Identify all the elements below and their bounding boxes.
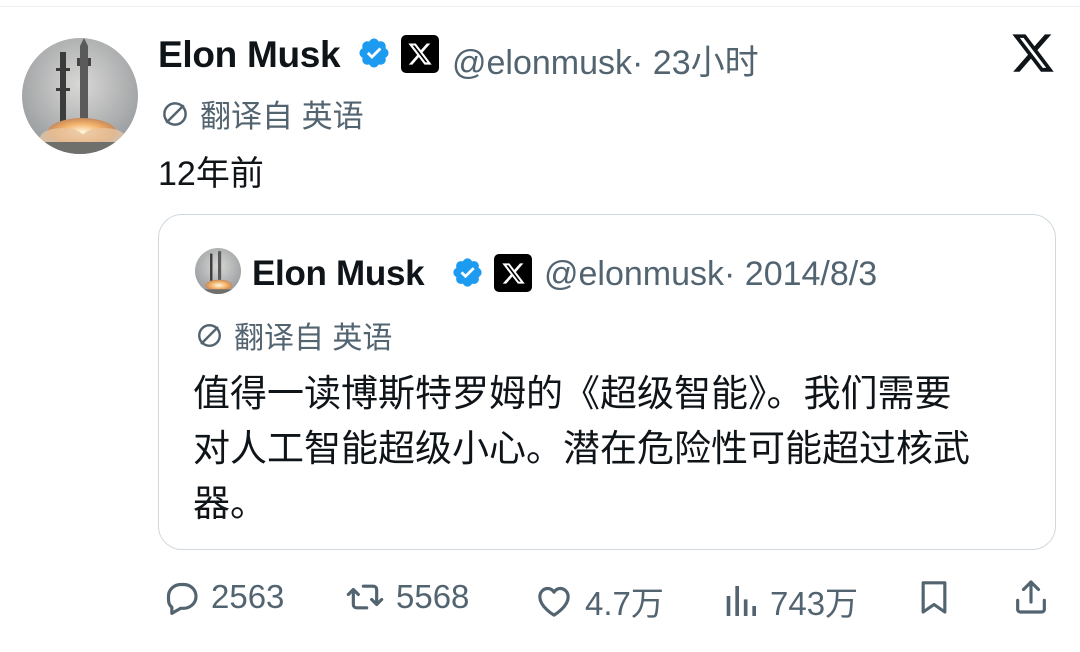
action-bar: 2563 5568 4.7万 743万 <box>0 572 1080 622</box>
quote-verified-badge-icon <box>451 256 484 289</box>
quote-handle: @elonmusk· 2014/8/3 <box>544 255 877 294</box>
author-handle[interactable]: @elonmusk· 23小时 <box>452 35 759 84</box>
author-name[interactable]: Elon Musk <box>158 34 341 76</box>
bookmark-icon <box>921 581 947 614</box>
quote-x-logo-icon <box>494 254 532 292</box>
like-icon <box>538 586 570 617</box>
quote-text-line-3: 器。 <box>193 483 267 524</box>
like-count: 4.7万 <box>585 585 664 622</box>
quote-text-line-2: 对人工智能超级小心。潜在危险性可能超过核武 <box>193 428 970 469</box>
repost-button[interactable]: 5568 <box>344 577 469 617</box>
reply-count: 2563 <box>211 578 285 615</box>
tweet-time[interactable]: · 23小时 <box>632 44 759 82</box>
translated-label[interactable]: 翻译自 英语 <box>160 91 364 136</box>
x-logo-icon <box>401 35 439 73</box>
bookmark-button[interactable] <box>914 577 954 617</box>
tweet-text: 12年前 <box>158 155 264 193</box>
reply-icon <box>166 582 198 615</box>
quote-date: · 2014/8/3 <box>724 255 878 293</box>
quote-text-line-1: 值得一读博斯特罗姆的《超级智能》。我们需要 <box>193 373 952 414</box>
repost-count: 5568 <box>396 578 470 615</box>
quote-translated-text: 翻译自 英语 <box>234 322 393 355</box>
verified-badge-icon <box>357 36 391 70</box>
handle-text: @elonmusk <box>452 44 633 82</box>
quote-avatar <box>195 248 241 294</box>
avatar[interactable] <box>22 38 138 154</box>
quote-author-name: Elon Musk <box>252 254 425 293</box>
views-count: 743万 <box>770 585 859 622</box>
views-icon <box>726 586 756 616</box>
close-x-icon[interactable] <box>1010 30 1056 76</box>
translate-icon <box>163 101 187 126</box>
quote-translate-icon <box>198 323 221 347</box>
quote-translated-label[interactable]: 翻译自 英语 <box>195 313 392 357</box>
like-button[interactable]: 4.7万 <box>533 577 664 625</box>
top-divider <box>0 6 1080 7</box>
views-button[interactable]: 743万 <box>720 577 858 625</box>
repost-icon <box>346 584 384 610</box>
share-button[interactable] <box>1011 577 1051 617</box>
share-icon <box>1016 580 1046 614</box>
translated-text: 翻译自 英语 <box>200 99 364 134</box>
quote-handle-text: @elonmusk <box>544 255 725 293</box>
reply-button[interactable]: 2563 <box>161 577 284 617</box>
